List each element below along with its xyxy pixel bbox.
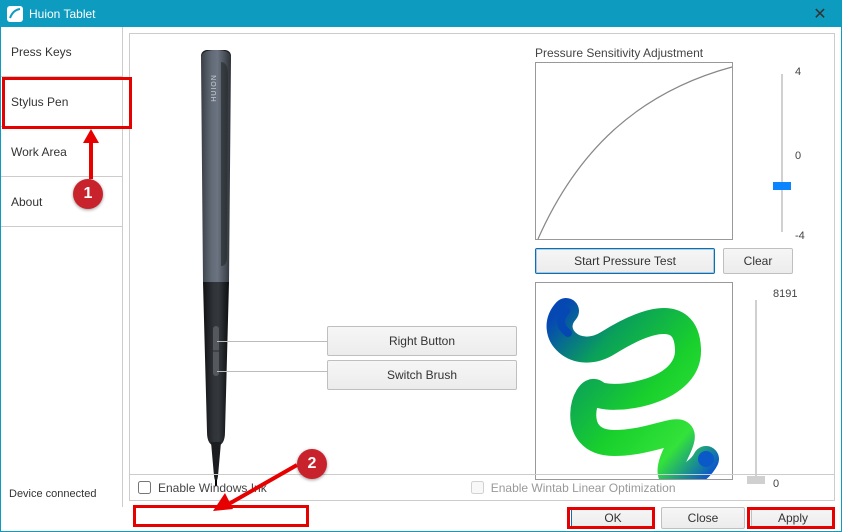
clear-button[interactable]: Clear bbox=[723, 248, 793, 274]
sidebar-item-label: Press Keys bbox=[11, 45, 72, 59]
pen-brand-text: HUION bbox=[211, 74, 218, 102]
arrow-1 bbox=[79, 129, 103, 181]
pen-upper-button-assign[interactable]: Right Button bbox=[327, 326, 517, 356]
stroke-preview-icon bbox=[536, 283, 733, 480]
sidebar-item-label: Work Area bbox=[11, 145, 67, 159]
checkbox-label: Enable Wintab Linear Optimization bbox=[491, 481, 676, 495]
sidebar-item-label: Stylus Pen bbox=[11, 95, 68, 109]
step-badge-1: 1 bbox=[73, 179, 103, 209]
button-label: Close bbox=[688, 511, 719, 525]
slider-mid-label: 0 bbox=[795, 150, 801, 162]
pen-lower-button-assign[interactable]: Switch Brush bbox=[327, 360, 517, 390]
main-panel: HUION Right Button Switch Brush Pressure… bbox=[129, 33, 835, 501]
button-label: Switch Brush bbox=[387, 368, 457, 382]
app-icon bbox=[7, 6, 23, 22]
ok-button[interactable]: OK bbox=[571, 507, 655, 529]
apply-button[interactable]: Apply bbox=[751, 507, 835, 529]
start-pressure-test-button[interactable]: Start Pressure Test bbox=[535, 248, 715, 274]
step-badge-2: 2 bbox=[297, 449, 327, 479]
sidebar-item-press-keys[interactable]: Press Keys bbox=[1, 27, 122, 77]
arrow-2 bbox=[211, 461, 301, 511]
slider-max-label: 8191 bbox=[773, 288, 797, 300]
window-title: Huion Tablet bbox=[29, 7, 96, 21]
button-label: OK bbox=[604, 511, 621, 525]
device-status: Device connected bbox=[1, 481, 122, 507]
enable-wintab-checkbox[interactable]: Enable Wintab Linear Optimization bbox=[467, 478, 676, 497]
button-label: Start Pressure Test bbox=[574, 254, 676, 268]
pressure-adjust-slider[interactable]: 4 0 -4 bbox=[775, 64, 789, 242]
slider-thumb[interactable] bbox=[773, 182, 791, 190]
button-label: Clear bbox=[744, 254, 773, 268]
slider-max-label: 4 bbox=[795, 66, 801, 78]
button-label: Apply bbox=[778, 511, 808, 525]
window-titlebar: Huion Tablet ✕ bbox=[1, 1, 841, 27]
button-label: Right Button bbox=[389, 334, 455, 348]
window-close-button[interactable]: ✕ bbox=[799, 1, 841, 27]
slider-min-label: -4 bbox=[795, 230, 805, 242]
sidebar-item-work-area[interactable]: Work Area bbox=[1, 127, 122, 177]
pressure-test-canvas[interactable] bbox=[535, 282, 733, 480]
stylus-illustration: HUION bbox=[175, 46, 257, 486]
sidebar: Press Keys Stylus Pen Work Area About De… bbox=[1, 27, 123, 507]
checkbox-input[interactable] bbox=[138, 481, 151, 494]
pressure-curve-chart bbox=[535, 62, 733, 240]
sidebar-item-label: About bbox=[11, 195, 42, 209]
dialog-buttons: OK Close Apply bbox=[571, 507, 835, 529]
close-icon: ✕ bbox=[813, 4, 826, 24]
sidebar-item-stylus-pen[interactable]: Stylus Pen bbox=[1, 77, 122, 127]
checkbox-input bbox=[471, 481, 484, 494]
sidebar-item-about[interactable]: About bbox=[1, 177, 122, 227]
pressure-resolution-slider[interactable]: 8191 0 bbox=[749, 290, 763, 488]
pressure-section-label: Pressure Sensitivity Adjustment bbox=[535, 46, 819, 60]
pressure-panel: Pressure Sensitivity Adjustment 4 0 -4 bbox=[535, 46, 819, 486]
close-button[interactable]: Close bbox=[661, 507, 745, 529]
pen-preview: HUION Right Button Switch Brush bbox=[145, 46, 515, 486]
